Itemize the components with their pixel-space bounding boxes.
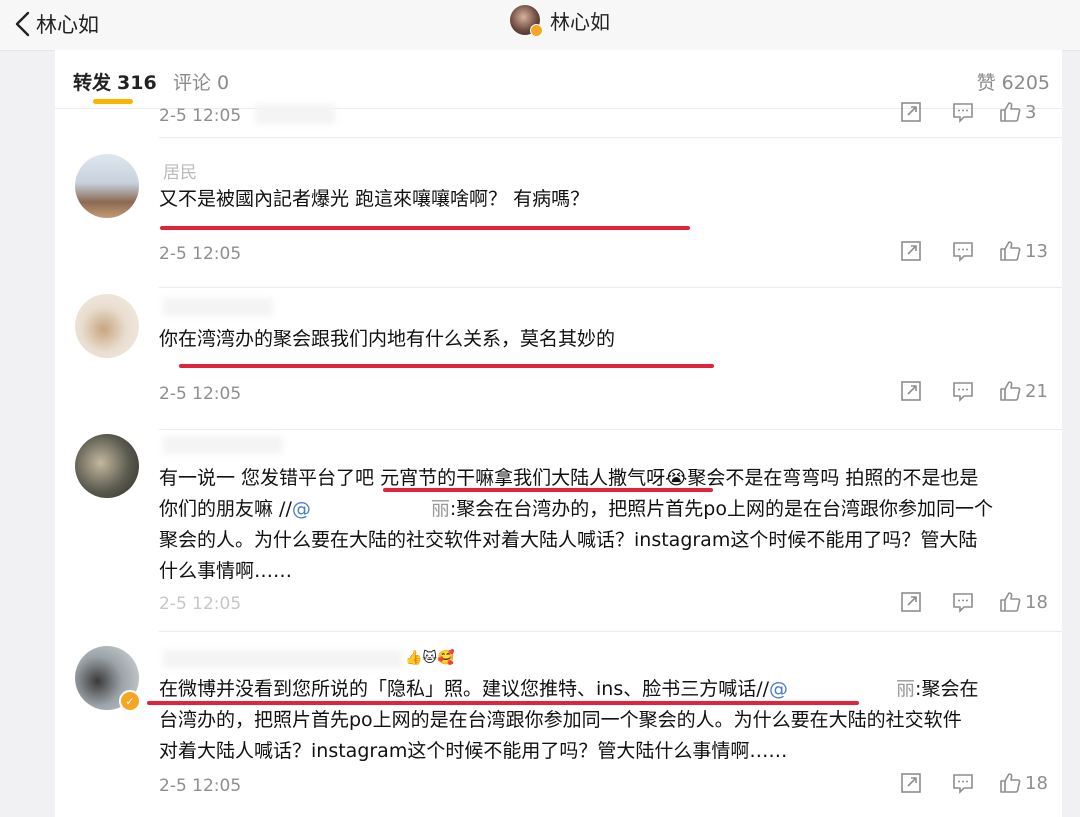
- post-text: 你在湾湾办的聚会跟我们内地有什么关系，莫名其妙的: [159, 328, 616, 350]
- user-name[interactable]: 居民: [163, 158, 197, 183]
- post-text: 有一说一 您发错平台了吧 元宵节的干嘛拿我们大陆人撒气呀😭聚会不是在弯弯吗 拍照…: [159, 463, 1049, 587]
- post-time: 2-5 12:05: [159, 106, 242, 126]
- tab-comment[interactable]: 评论 0: [173, 68, 229, 95]
- profile-title[interactable]: 林心如: [510, 2, 610, 38]
- like-count: 18: [1025, 772, 1048, 794]
- share-icon: [901, 241, 921, 261]
- mention-link[interactable]: @: [769, 678, 788, 700]
- total-likes[interactable]: 赞 6205: [977, 68, 1050, 95]
- page-title: 林心如: [550, 9, 610, 34]
- like-icon: [1000, 381, 1021, 401]
- list-item: 你在湾湾办的聚会跟我们内地有什么关系，莫名其妙的 2-5 12:05 21: [55, 288, 1062, 430]
- post-time: 2-5 12:05: [159, 384, 242, 404]
- highlight-underline: [383, 488, 713, 492]
- likes-count: 6205: [1001, 72, 1050, 94]
- avatar[interactable]: [75, 434, 139, 498]
- comment-icon: [953, 103, 973, 123]
- share-icon: [901, 102, 921, 122]
- back-label: 林心如: [36, 13, 99, 37]
- highlight-underline: [179, 364, 714, 368]
- tab-repost-count: 316: [117, 72, 157, 94]
- like-button[interactable]: 21: [999, 380, 1048, 402]
- like-button[interactable]: 18: [999, 772, 1048, 794]
- avatar[interactable]: [75, 154, 139, 218]
- text-segment: 聚会的人。为什么要在大陆的社交软件对着大陆人喊话？instagram这个时候不能…: [159, 529, 978, 551]
- like-count: 13: [1025, 240, 1048, 262]
- verified-badge-icon: [530, 24, 543, 37]
- like-count: 18: [1025, 591, 1048, 613]
- share-icon: [901, 773, 921, 793]
- tab-comment-label: 评论: [173, 72, 212, 94]
- avatar[interactable]: [75, 294, 139, 358]
- like-count: 21: [1025, 380, 1048, 402]
- verified-badge-icon: ✓: [119, 690, 141, 712]
- list-item: 2-5 12:05 3: [55, 102, 1062, 138]
- like-button[interactable]: 3: [999, 101, 1036, 123]
- text-segment: 丽: [430, 498, 450, 520]
- like-icon: [1000, 102, 1021, 122]
- like-icon: [1000, 773, 1021, 793]
- share-button[interactable]: [900, 240, 922, 262]
- post-time: 2-5 12:05: [159, 244, 242, 264]
- text-segment: 什么事情啊……: [159, 560, 293, 582]
- avatar: [510, 5, 543, 37]
- crying-emoji-icon: 😭: [665, 467, 688, 489]
- comment-icon: [953, 593, 973, 613]
- comment-icon: [953, 382, 973, 402]
- share-button[interactable]: [900, 591, 922, 613]
- tab-comment-count: 0: [217, 72, 230, 94]
- like-button[interactable]: 18: [999, 591, 1048, 613]
- text-segment: 对着大陆人喊话？instagram这个时候不能用了吗？管大陆什么事情啊……: [159, 740, 788, 762]
- post-text: 又不是被國內記者爆光 跑這來嚷嚷啥啊？ 有病嗎？: [159, 188, 590, 210]
- blurred-name: [255, 104, 335, 124]
- like-icon: [1000, 241, 1021, 261]
- blurred-name: [163, 436, 283, 454]
- text-segment: 聚会不是在弯弯吗 拍照的不是也是: [687, 467, 979, 489]
- like-button[interactable]: 13: [999, 240, 1048, 262]
- text-segment: 有一说一 您发错平台了吧: [159, 467, 381, 489]
- share-icon: [901, 592, 921, 612]
- post-time: 2-5 12:05: [159, 776, 242, 796]
- text-segment: :聚会在: [915, 678, 979, 700]
- comment-icon: [953, 774, 973, 794]
- tab-repost-label: 转发: [73, 72, 112, 94]
- text-segment: 元宵节的干嘛拿我们大陆人撒气呀: [380, 467, 666, 489]
- active-tab-indicator: [93, 99, 133, 104]
- blurred-name: [163, 650, 403, 668]
- list-item: 有一说一 您发错平台了吧 元宵节的干嘛拿我们大陆人撒气呀😭聚会不是在弯弯吗 拍照…: [55, 430, 1062, 632]
- blurred-name: [163, 298, 273, 316]
- comment-button[interactable]: [952, 240, 974, 262]
- share-button[interactable]: [900, 772, 922, 794]
- comment-button[interactable]: [952, 380, 974, 402]
- back-button[interactable]: 林心如: [14, 6, 99, 42]
- highlight-underline: [160, 226, 690, 230]
- tab-repost[interactable]: 转发 316: [73, 68, 157, 95]
- list-item: ✓ 👍🐱🥰 在微博并没看到您所说的「隐私」照。建议您推特、ins、脸书三方喊话/…: [55, 632, 1062, 817]
- share-button[interactable]: [900, 380, 922, 402]
- top-bar: 林心如 林心如: [0, 0, 1080, 51]
- post-text: 在微博并没看到您所说的「隐私」照。建议您推特、ins、脸书三方喊话//@ 丽:聚会…: [159, 674, 1049, 767]
- comment-button[interactable]: [952, 591, 974, 613]
- mention-link[interactable]: @: [292, 498, 311, 520]
- like-icon: [1000, 592, 1021, 612]
- chevron-left-icon: [15, 11, 30, 37]
- share-icon: [901, 381, 921, 401]
- text-segment: 你们的朋友嘛 //: [159, 498, 292, 520]
- comment-icon: [953, 242, 973, 262]
- comment-button[interactable]: [952, 772, 974, 794]
- likes-label: 赞: [976, 72, 996, 94]
- highlight-underline: [147, 701, 859, 705]
- text-segment: :聚会在台湾办的，把照片首先po上网的是在台湾跟你参加同一个: [449, 498, 993, 520]
- text-segment: 台湾办的，把照片首先po上网的是在台湾跟你参加同一个聚会的人。为什么要在大陆的社…: [159, 709, 962, 731]
- name-emoji: 👍🐱🥰: [405, 650, 455, 666]
- text-segment: 在微博并没看到您所说的「隐私」照。建议您推特、ins、脸书三方喊话//: [159, 678, 770, 700]
- list-item: 居民 又不是被國內記者爆光 跑這來嚷嚷啥啊？ 有病嗎？ 2-5 12:05 13: [55, 138, 1062, 288]
- share-button[interactable]: [900, 101, 922, 123]
- comment-button[interactable]: [952, 101, 974, 123]
- text-segment: 丽: [896, 678, 916, 700]
- post-time: 2-5 12:05: [159, 594, 242, 614]
- like-count: 3: [1025, 101, 1037, 123]
